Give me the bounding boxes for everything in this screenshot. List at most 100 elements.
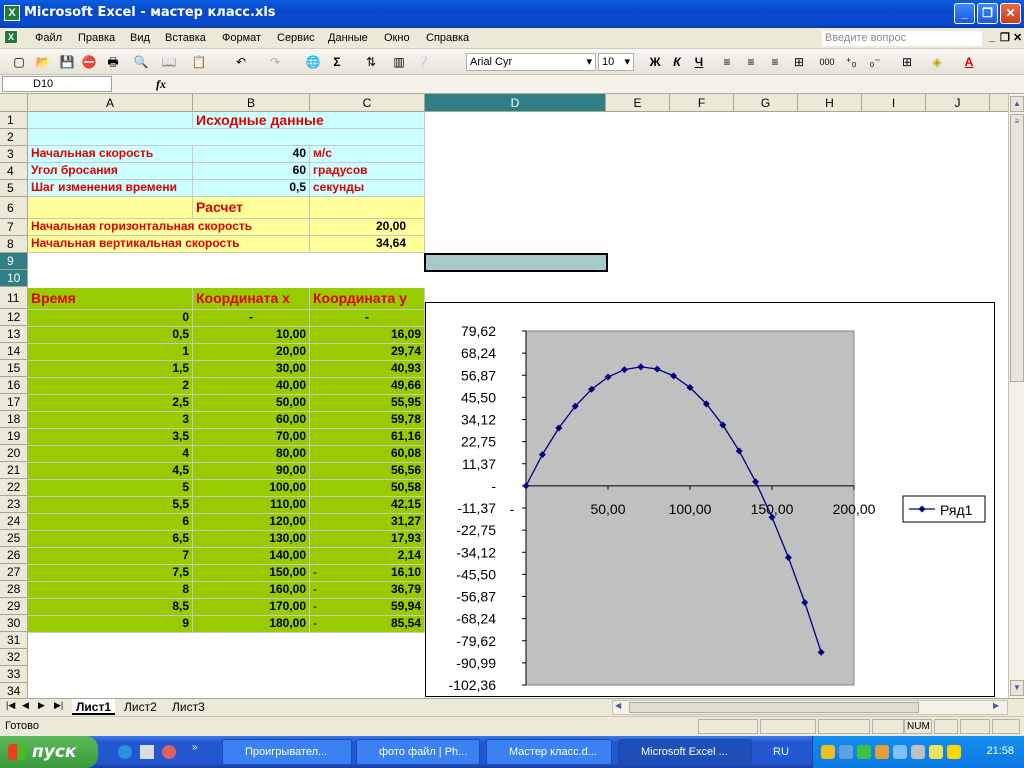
research-icon[interactable]: 📖 <box>160 53 178 71</box>
table-cell-time[interactable]: 6,5 <box>28 531 193 548</box>
table-cell-x[interactable]: 160,00 <box>193 582 310 599</box>
tray-icon-3[interactable] <box>857 745 871 759</box>
tray-icon-2[interactable] <box>839 745 853 759</box>
input-label-angle[interactable]: Угол бросания <box>28 163 193 180</box>
font-size-select[interactable]: 10 ▾ <box>598 53 634 71</box>
table-cell-time[interactable]: 2,5 <box>28 395 193 412</box>
comma-style-button[interactable]: 000 <box>818 53 836 71</box>
underline-button[interactable]: Ч <box>690 53 708 71</box>
help-icon[interactable]: ❔ <box>414 53 432 71</box>
row-header-9[interactable]: 9 <box>0 253 28 270</box>
column-header-j[interactable]: J <box>926 94 990 112</box>
quick-launch-icon[interactable] <box>140 745 154 759</box>
scroll-up-icon[interactable]: ▲ <box>1010 96 1024 112</box>
table-cell-time[interactable]: 0 <box>28 310 193 327</box>
cell-a6[interactable] <box>28 197 193 219</box>
column-header-h[interactable]: H <box>798 94 862 112</box>
row-header-23[interactable]: 23 <box>0 496 28 513</box>
workbook-icon[interactable]: X <box>4 30 18 44</box>
column-header-a[interactable]: A <box>28 94 193 112</box>
table-cell-y[interactable]: 50,58 <box>310 480 425 497</box>
row-header-28[interactable]: 28 <box>0 581 28 598</box>
table-cell-time[interactable]: 8 <box>28 582 193 599</box>
row-header-33[interactable]: 33 <box>0 666 28 683</box>
input-label-step[interactable]: Шаг изменения времени <box>28 180 193 197</box>
table-cell-x[interactable]: 90,00 <box>193 463 310 480</box>
row-header-1[interactable]: 1 <box>0 112 28 129</box>
open-icon[interactable]: 📂 <box>34 53 52 71</box>
fx-icon[interactable]: fx <box>156 77 166 92</box>
row-header-27[interactable]: 27 <box>0 564 28 581</box>
input-header[interactable]: Исходные данные <box>193 112 425 129</box>
sort-icon[interactable]: ⇅ <box>362 53 380 71</box>
table-cell-x[interactable]: 140,00 <box>193 548 310 565</box>
tray-icon-8[interactable] <box>947 745 961 759</box>
table-cell-y[interactable]: 42,15 <box>310 497 425 514</box>
table-cell-time[interactable]: 1 <box>28 344 193 361</box>
print-icon[interactable]: 🖶 <box>104 53 122 71</box>
menu-tools[interactable]: Сервис <box>277 32 315 44</box>
save-icon[interactable]: 💾 <box>58 53 76 71</box>
table-cell-y[interactable]: 40,93 <box>310 361 425 378</box>
sheet-tab-3[interactable]: Лист3 <box>168 699 209 715</box>
cell-a1[interactable] <box>28 112 193 129</box>
task-word[interactable]: Мастер класс.d... <box>486 739 612 765</box>
table-cell-x[interactable]: 70,00 <box>193 429 310 446</box>
table-cell-x[interactable]: 20,00 <box>193 344 310 361</box>
table-cell-y[interactable]: 29,74 <box>310 344 425 361</box>
table-cell-time[interactable]: 5,5 <box>28 497 193 514</box>
table-header-y[interactable]: Координата y <box>310 288 425 310</box>
cell-row-2[interactable] <box>28 129 425 146</box>
scroll-thumb[interactable]: ≡ <box>1010 114 1024 382</box>
menu-help[interactable]: Справка <box>426 32 469 44</box>
tray-icon-4[interactable] <box>875 745 889 759</box>
row-header-7[interactable]: 7 <box>0 219 28 236</box>
align-center-icon[interactable]: ≡ <box>742 53 760 71</box>
row-header-11[interactable]: 11 <box>0 287 28 309</box>
task-player[interactable]: Проигрывател... <box>222 739 352 765</box>
table-cell-time[interactable]: 4,5 <box>28 463 193 480</box>
select-all-corner[interactable] <box>0 94 28 112</box>
tray-icon-5[interactable] <box>893 745 907 759</box>
tray-icon-6[interactable] <box>911 745 925 759</box>
column-header-k[interactable] <box>990 94 1008 112</box>
last-sheet-icon[interactable]: ▶| <box>54 700 63 711</box>
row-header-4[interactable]: 4 <box>0 163 28 180</box>
table-cell-x[interactable]: 30,00 <box>193 361 310 378</box>
column-header-b[interactable]: B <box>193 94 310 112</box>
chart-wizard-icon[interactable]: ▥ <box>390 53 408 71</box>
table-cell-time[interactable]: 6 <box>28 514 193 531</box>
table-cell-y[interactable]: -85,54 <box>310 616 425 633</box>
table-cell-y[interactable]: 49,66 <box>310 378 425 395</box>
tray-icon-7[interactable] <box>929 745 943 759</box>
horizontal-scroll-thumb[interactable] <box>629 702 919 713</box>
row-header-30[interactable]: 30 <box>0 615 28 632</box>
table-cell-x[interactable]: 50,00 <box>193 395 310 412</box>
chart-area[interactable]: 79,62 68,24 56,87 45,50 34,12 22,75 11,37- -11,… <box>425 302 995 697</box>
fill-color-icon[interactable]: ◈ <box>928 53 946 71</box>
vertical-scrollbar[interactable]: ▲ ≡ ▼ <box>1008 94 1024 698</box>
row-header-2[interactable]: 2 <box>0 129 28 146</box>
excel-icon[interactable]: X <box>4 5 20 21</box>
table-cell-time[interactable]: 7,5 <box>28 565 193 582</box>
menu-data[interactable]: Данные <box>328 32 368 44</box>
table-cell-y[interactable]: 16,09 <box>310 327 425 344</box>
table-cell-x[interactable]: 110,00 <box>193 497 310 514</box>
row-header-19[interactable]: 19 <box>0 428 28 445</box>
row-header-6[interactable]: 6 <box>0 197 28 219</box>
input-unit-speed[interactable]: м/с <box>310 146 425 163</box>
row-header-29[interactable]: 29 <box>0 598 28 615</box>
language-indicator[interactable]: RU <box>770 745 792 759</box>
sheet-tab-1[interactable]: Лист1 <box>72 699 116 715</box>
print-preview-icon[interactable]: 🔍 <box>132 53 150 71</box>
scroll-right-icon[interactable]: ▶ <box>993 701 999 710</box>
column-header-d[interactable]: D <box>425 94 606 112</box>
calc-header[interactable]: Расчет <box>193 197 310 219</box>
menu-format[interactable]: Формат <box>222 32 261 44</box>
paste-icon[interactable]: 📋 <box>190 53 208 71</box>
table-cell-time[interactable]: 3 <box>28 412 193 429</box>
column-header-f[interactable]: F <box>670 94 734 112</box>
table-cell-time[interactable]: 7 <box>28 548 193 565</box>
table-cell-x[interactable]: 130,00 <box>193 531 310 548</box>
table-cell-time[interactable]: 3,5 <box>28 429 193 446</box>
